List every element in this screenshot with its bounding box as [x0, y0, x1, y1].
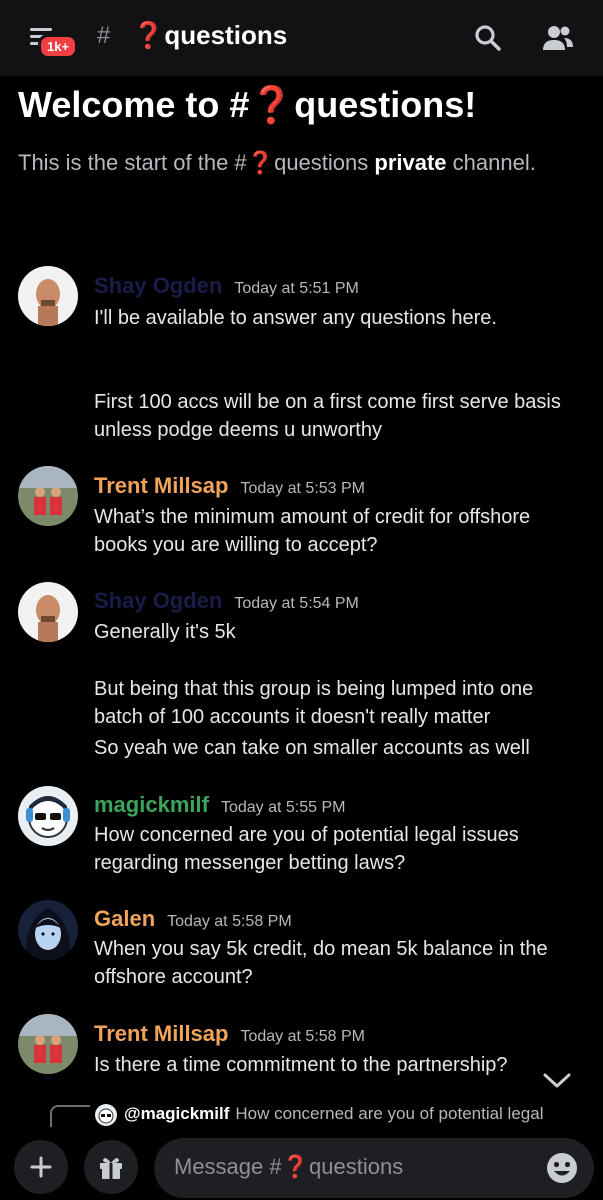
- timestamp: Today at 5:53 PM: [240, 480, 365, 497]
- message-text: What’s the minimum amount of credit for …: [94, 506, 531, 556]
- timestamp: Today at 5:55 PM: [220, 799, 346, 816]
- message-text: Is there a time commitment to the partne…: [94, 1054, 508, 1076]
- message-text: Generally it's 5k: [94, 621, 236, 643]
- user-avatar-icon: [18, 786, 78, 846]
- chevron-down-icon[interactable]: [540, 1068, 574, 1092]
- user-avatar-icon: [18, 1014, 78, 1074]
- message-text: How concerned are you of potential legal…: [94, 824, 519, 874]
- message-text: So yeah we can take on smaller accounts …: [94, 737, 530, 759]
- reply-snippet: How concerned are you of potential legal: [235, 1104, 544, 1123]
- message-header: magickmilf Today at 5:55 PM: [94, 792, 345, 818]
- username[interactable]: Trent Millsap: [94, 473, 228, 499]
- message-text: First 100 accs will be on a first come f…: [94, 391, 561, 441]
- timestamp: Today at 5:54 PM: [234, 595, 359, 612]
- top-bar: 1k+ # ❓questions: [0, 0, 603, 76]
- user-avatar-icon: [18, 266, 78, 326]
- menu-button[interactable]: 1k+: [26, 22, 79, 59]
- avatar[interactable]: [18, 1014, 78, 1074]
- message-placeholder: Message #❓questions: [174, 1154, 404, 1179]
- question-emoji: ❓: [132, 20, 165, 50]
- username[interactable]: Trent Millsap: [94, 1021, 228, 1047]
- welcome-subtitle: This is the start of the #❓questions pri…: [18, 150, 536, 175]
- avatar[interactable]: [18, 466, 78, 526]
- welcome-title: Welcome to #❓questions!: [18, 84, 477, 125]
- notification-badge: 1k+: [38, 34, 79, 59]
- message-input[interactable]: Message #❓questions: [154, 1138, 594, 1198]
- channel-hash-icon: #: [97, 22, 111, 49]
- reply-username: @magickmilf: [124, 1104, 230, 1123]
- user-avatar-icon: [18, 900, 78, 960]
- plus-icon: [30, 1156, 52, 1178]
- username[interactable]: Shay Ogden: [94, 588, 222, 614]
- message-text: I'll be available to answer any question…: [94, 307, 497, 329]
- emoji-icon[interactable]: [544, 1150, 580, 1186]
- message-text: When you say 5k credit, do mean 5k balan…: [94, 938, 548, 988]
- gift-icon: [100, 1158, 122, 1179]
- user-avatar-icon: [18, 582, 78, 642]
- username[interactable]: Galen: [94, 906, 155, 932]
- reply-avatar: [95, 1104, 117, 1126]
- timestamp: Today at 5:51 PM: [234, 280, 359, 297]
- avatar[interactable]: [18, 582, 78, 642]
- gift-button[interactable]: [84, 1140, 138, 1194]
- message-header: Trent Millsap Today at 5:58 PM: [94, 1021, 365, 1047]
- timestamp: Today at 5:58 PM: [240, 1028, 365, 1045]
- user-avatar-icon: [18, 466, 78, 526]
- timestamp: Today at 5:58 PM: [167, 913, 292, 930]
- channel-name: questions: [164, 20, 288, 50]
- message-header: Galen Today at 5:58 PM: [94, 906, 292, 932]
- avatar[interactable]: [18, 786, 78, 846]
- reply-connector: [50, 1105, 90, 1127]
- question-emoji: ❓: [281, 1154, 310, 1179]
- members-icon[interactable]: [540, 20, 576, 56]
- message-header: Trent Millsap Today at 5:53 PM: [94, 473, 365, 499]
- username[interactable]: magickmilf: [94, 792, 209, 818]
- message-text: But being that this group is being lumpe…: [94, 678, 534, 728]
- question-emoji: ❓: [246, 150, 275, 175]
- username[interactable]: Shay Ogden: [94, 273, 222, 299]
- search-icon[interactable]: [470, 20, 506, 56]
- avatar[interactable]: [18, 266, 78, 326]
- message-header: Shay Ogden Today at 5:51 PM: [94, 273, 359, 299]
- user-avatar-icon: [95, 1104, 117, 1126]
- channel-title[interactable]: ❓questions: [132, 20, 287, 51]
- add-attachment-button[interactable]: [14, 1140, 68, 1194]
- reply-preview[interactable]: @magickmilf How concerned are you of pote…: [124, 1104, 584, 1124]
- avatar[interactable]: [18, 900, 78, 960]
- message-header: Shay Ogden Today at 5:54 PM: [94, 588, 359, 614]
- question-emoji: ❓: [249, 84, 295, 125]
